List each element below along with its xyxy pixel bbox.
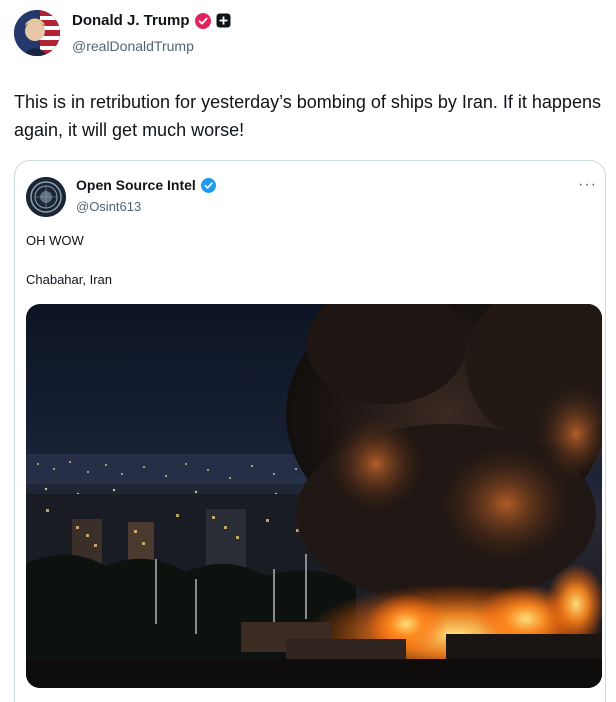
author-name[interactable]: Donald J. Trump	[72, 12, 190, 29]
quoted-author-name[interactable]: Open Source Intel	[76, 177, 196, 193]
post-text: This is in retribution for yesterday’s b…	[14, 92, 601, 140]
author-handle[interactable]: @realDonaldTrump	[72, 38, 194, 54]
avatar-image	[14, 10, 60, 56]
avatar[interactable]	[14, 10, 60, 56]
media-image[interactable]	[26, 304, 602, 688]
quoted-text-line: OH WOW	[26, 233, 84, 248]
quoted-author-handle[interactable]: @Osint613	[76, 199, 141, 214]
affiliate-badge-icon[interactable]	[216, 13, 231, 28]
more-icon[interactable]: ···	[578, 176, 597, 194]
quoted-location-text: Chabahar, Iran	[26, 272, 113, 287]
verified-badge-icon[interactable]	[200, 177, 216, 193]
seal-icon	[26, 177, 66, 217]
verified-badge-icon[interactable]	[194, 12, 211, 29]
fire-photo	[26, 304, 602, 688]
quoted-avatar[interactable]	[26, 177, 66, 217]
